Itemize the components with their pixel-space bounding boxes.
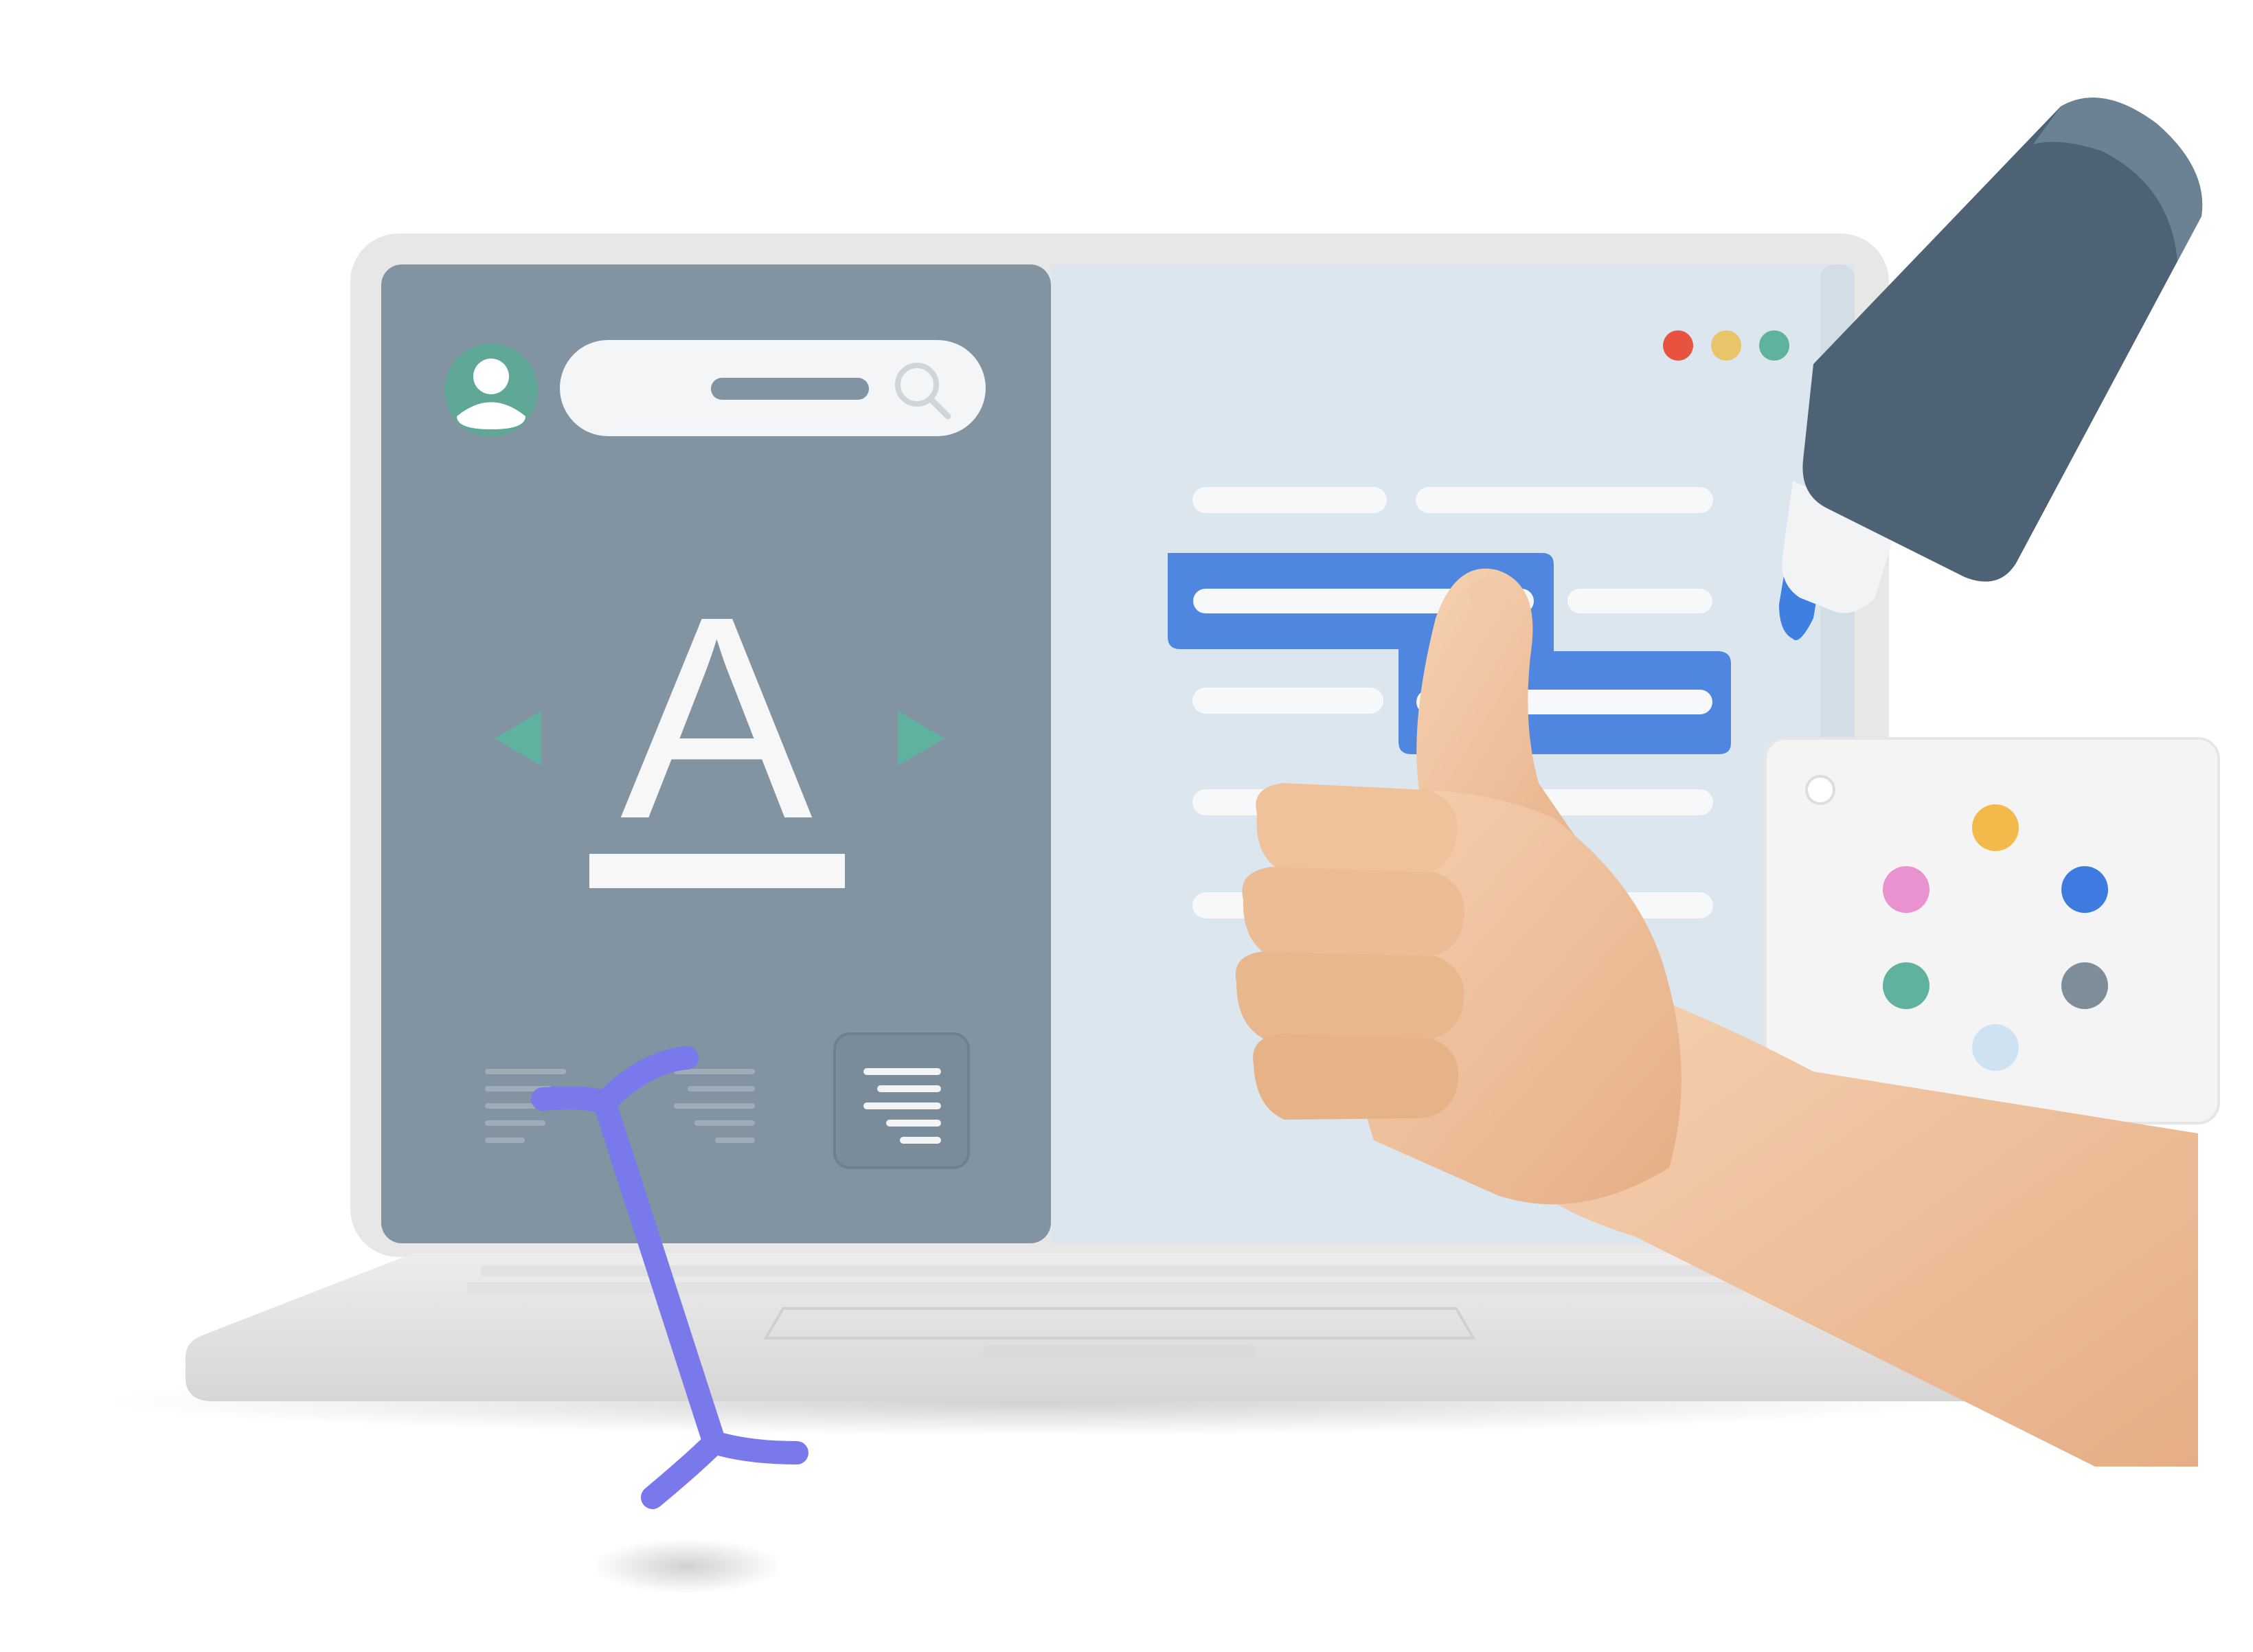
align-justify-button[interactable]	[833, 1032, 970, 1169]
swatch-teal[interactable]	[1883, 962, 1929, 1009]
highlighter-marker-icon[interactable]	[1779, 98, 2203, 640]
thumbnail	[1468, 577, 1520, 604]
cursor-shadow	[591, 1539, 783, 1594]
window-minimize-dot[interactable]	[1711, 330, 1741, 361]
laptop-editor-illustration: A	[103, 98, 2220, 1594]
window-close-dot[interactable]	[1663, 330, 1693, 361]
color-palette-icon[interactable]	[1764, 737, 2220, 1124]
laptop-notch	[982, 1345, 1257, 1360]
finger-3	[1235, 951, 1464, 1041]
illustration-stage: A	[0, 0, 2253, 1652]
finger-4	[1253, 1034, 1459, 1120]
swatch-gray[interactable]	[2061, 962, 2108, 1009]
swatch-yellow[interactable]	[1972, 804, 2019, 851]
finger-1	[1256, 783, 1458, 876]
swatch-pink[interactable]	[1883, 866, 1929, 913]
user-avatar-icon[interactable]	[444, 343, 538, 437]
finger-2	[1242, 867, 1464, 958]
swatch-lightblue[interactable]	[1972, 1024, 2019, 1071]
window-maximize-dot[interactable]	[1759, 330, 1789, 361]
swatch-blue[interactable]	[2061, 866, 2108, 913]
font-preview-glyph: A	[620, 557, 814, 879]
underline-bar	[589, 854, 845, 888]
search-input[interactable]	[560, 340, 986, 436]
